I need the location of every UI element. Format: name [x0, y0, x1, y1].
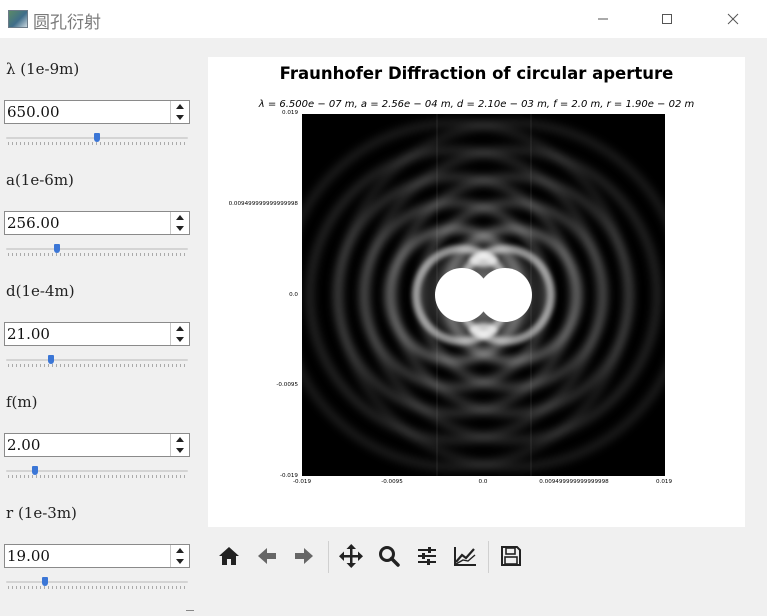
param-label-r: r (1e-3m)	[6, 504, 77, 522]
param-label-a: a(1e-6m)	[6, 171, 74, 189]
maximize-button[interactable]	[644, 0, 690, 38]
f-value[interactable]: 2.00	[7, 436, 40, 454]
r-increment-button[interactable]	[171, 545, 189, 556]
x-tick-label: 0.009499999999999998	[539, 479, 609, 485]
arrow-down-icon	[176, 448, 184, 453]
slider-ticks	[8, 142, 186, 145]
figure-title: Fraunhofer Diffraction of circular apert…	[279, 64, 674, 83]
window-title: 圆孔衍射	[33, 13, 101, 33]
pan-icon	[339, 544, 363, 568]
slider-groove	[6, 359, 188, 361]
slider-handle[interactable]	[32, 466, 39, 475]
d-spinbox[interactable]: 21.00	[4, 322, 190, 346]
arrow-up-icon	[176, 326, 184, 331]
lambda-spinbox[interactable]: 650.00	[4, 100, 190, 124]
a-decrement-button[interactable]	[171, 223, 189, 234]
f-increment-button[interactable]	[171, 434, 189, 445]
slider-handle[interactable]	[47, 355, 54, 364]
param-label-lambda: λ (1e-9m)	[6, 60, 80, 78]
param-label-f: f(m)	[6, 393, 38, 411]
f-slider[interactable]	[4, 466, 190, 480]
a-spinbox[interactable]: 256.00	[4, 211, 190, 235]
arrow-down-icon	[176, 226, 184, 231]
slider-handle[interactable]	[42, 577, 49, 586]
slider-ticks	[8, 364, 186, 367]
arrow-down-icon	[176, 559, 184, 564]
arrow-up-icon	[176, 437, 184, 442]
close-button[interactable]	[710, 0, 756, 38]
arrow-down-icon	[176, 115, 184, 120]
y-tick-label: 0.0	[289, 292, 298, 298]
d-decrement-button[interactable]	[171, 334, 189, 345]
back-button[interactable]	[253, 542, 281, 570]
edit-axes-icon	[454, 547, 476, 566]
arrow-up-icon	[176, 548, 184, 553]
slider-groove	[6, 581, 188, 583]
navigation-toolbar	[208, 535, 538, 579]
x-tick-label: -0.0095	[381, 479, 403, 485]
arrow-down-icon	[176, 337, 184, 342]
slider-ticks	[8, 253, 186, 256]
lambda-decrement-button[interactable]	[171, 112, 189, 123]
title-bar: 圆孔衍射	[0, 0, 767, 38]
zoom-icon	[379, 546, 400, 567]
pan-button[interactable]	[337, 542, 365, 570]
toolbar-separator	[488, 541, 489, 573]
r-slider[interactable]	[4, 577, 190, 591]
edit-axes-button[interactable]	[451, 542, 479, 570]
zoom-button[interactable]	[375, 542, 403, 570]
a-slider[interactable]	[4, 244, 190, 258]
forward-button[interactable]	[290, 542, 318, 570]
slider-groove	[6, 248, 188, 250]
maximize-icon	[662, 14, 672, 24]
minimize-icon	[598, 18, 608, 20]
x-tick-label: 0.0	[478, 479, 488, 485]
f-decrement-button[interactable]	[171, 445, 189, 456]
r-decrement-button[interactable]	[171, 556, 189, 567]
lambda-increment-button[interactable]	[171, 101, 189, 112]
r-spinbox[interactable]: 19.00	[4, 544, 190, 568]
param-label-d: d(1e-4m)	[6, 282, 75, 300]
x-tick-label: -0.019	[292, 479, 312, 485]
d-slider[interactable]	[4, 355, 190, 369]
toolbar-separator	[328, 541, 329, 573]
r-value[interactable]: 19.00	[7, 547, 50, 565]
figure-subtitle: λ = 6.500e − 07 m, a = 2.56e − 04 m, d =…	[258, 99, 695, 110]
back-icon	[258, 548, 276, 564]
figure-canvas: Fraunhofer Diffraction of circular apert…	[208, 57, 745, 527]
diffraction-heatmap[interactable]	[302, 114, 665, 476]
slider-handle[interactable]	[94, 133, 100, 142]
status-divider	[186, 610, 194, 611]
a-value[interactable]: 256.00	[7, 214, 60, 232]
home-icon	[219, 547, 239, 565]
minimize-button[interactable]	[580, 0, 626, 38]
d-increment-button[interactable]	[171, 323, 189, 334]
parameter-panel: λ (1e-9m) 650.00 a(1e-6m) 256.00 d(1e-4m…	[0, 38, 200, 616]
y-tick-label: 0.009499999999999998	[228, 201, 298, 207]
arrow-up-icon	[176, 215, 184, 220]
lambda-value[interactable]: 650.00	[7, 103, 60, 121]
save-button[interactable]	[497, 542, 525, 570]
close-icon	[727, 13, 739, 25]
home-button[interactable]	[215, 542, 243, 570]
a-increment-button[interactable]	[171, 212, 189, 223]
d-value[interactable]: 21.00	[7, 325, 50, 343]
slider-ticks	[8, 475, 186, 478]
configure-subplots-button[interactable]	[413, 542, 441, 570]
y-tick-label: 0.019	[281, 110, 298, 116]
save-icon	[501, 546, 521, 566]
y-tick-label: -0.0095	[276, 382, 298, 388]
x-tick-label: 0.019	[655, 479, 672, 485]
diffraction-pattern	[302, 114, 665, 476]
slider-handle[interactable]	[54, 244, 61, 253]
lambda-slider[interactable]	[4, 133, 190, 147]
configure-subplots-icon	[418, 547, 436, 565]
forward-icon	[295, 548, 313, 564]
slider-ticks	[8, 586, 186, 589]
arrow-up-icon	[176, 104, 184, 109]
f-spinbox[interactable]: 2.00	[4, 433, 190, 457]
app-icon	[8, 10, 28, 28]
